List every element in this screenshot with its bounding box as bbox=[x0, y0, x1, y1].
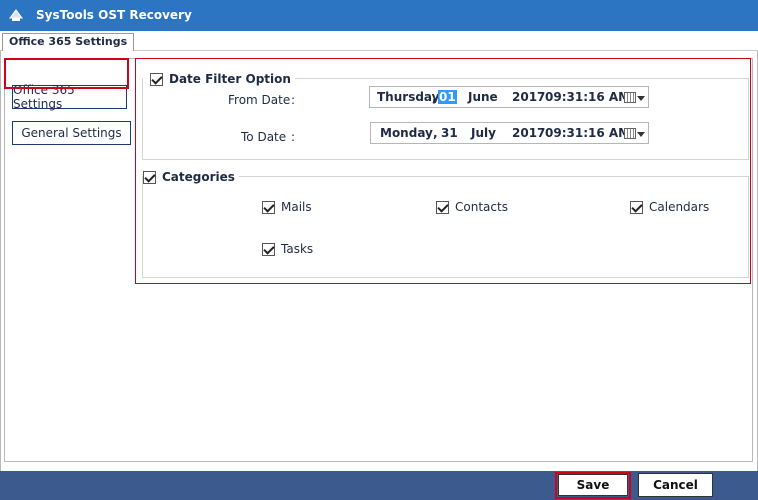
to-date-label: To Date bbox=[241, 130, 287, 144]
mails-checkbox[interactable] bbox=[262, 200, 275, 214]
contacts-label: Contacts bbox=[455, 200, 508, 214]
calendar-icon[interactable] bbox=[624, 92, 636, 103]
contacts-checkbox[interactable] bbox=[436, 200, 449, 214]
from-comma: , bbox=[432, 90, 437, 104]
cancel-button[interactable]: Cancel bbox=[638, 473, 713, 497]
to-date-colon: : bbox=[291, 130, 296, 144]
tasks-checkbox[interactable] bbox=[262, 242, 275, 256]
title-bar: SysTools OST Recovery bbox=[0, 0, 758, 31]
to-weekday: Monday bbox=[380, 126, 433, 140]
categories-label: Categories bbox=[162, 170, 235, 184]
from-month: June bbox=[468, 90, 498, 104]
tab-strip: Office 365 Settings bbox=[0, 31, 758, 52]
calendars-checkbox[interactable] bbox=[630, 200, 643, 214]
settings-nav: Office 365 Settings General Settings bbox=[4, 58, 134, 462]
category-mails[interactable]: Mails bbox=[262, 200, 312, 214]
category-contacts[interactable]: Contacts bbox=[436, 200, 508, 214]
to-comma: , bbox=[433, 126, 438, 140]
chevron-down-icon[interactable] bbox=[637, 96, 645, 101]
to-time: 09:31:16 AM bbox=[545, 126, 631, 140]
from-date-colon: : bbox=[291, 93, 296, 107]
categories-checkbox[interactable] bbox=[143, 170, 156, 184]
window-title: SysTools OST Recovery bbox=[36, 8, 192, 22]
category-tasks[interactable]: Tasks bbox=[262, 242, 313, 256]
from-date-label: From Date bbox=[228, 93, 291, 107]
to-month: July bbox=[471, 126, 496, 140]
category-calendars[interactable]: Calendars bbox=[630, 200, 709, 214]
chevron-down-icon[interactable] bbox=[637, 132, 645, 137]
mails-label: Mails bbox=[281, 200, 312, 214]
app-logo-icon bbox=[9, 9, 23, 21]
from-year: 2017 bbox=[512, 90, 546, 104]
calendar-icon[interactable] bbox=[624, 128, 636, 139]
categories-group bbox=[142, 176, 749, 278]
from-weekday: Thursday bbox=[377, 90, 440, 104]
calendars-label: Calendars bbox=[649, 200, 710, 214]
general-settings-highlight bbox=[4, 58, 129, 89]
to-date-picker[interactable]: Monday , 31 July 2017 09:31:16 AM bbox=[370, 122, 649, 144]
categories-group-title: Categories bbox=[143, 170, 239, 184]
date-filter-label: Date Filter Option bbox=[169, 72, 291, 86]
from-day[interactable]: 01 bbox=[438, 90, 457, 104]
from-date-picker[interactable]: Thursday , 01 June 2017 09:31:16 AM bbox=[369, 86, 649, 108]
date-filter-checkbox[interactable] bbox=[150, 72, 163, 86]
to-day[interactable]: 31 bbox=[441, 126, 458, 140]
from-time: 09:31:16 AM bbox=[545, 90, 631, 104]
to-year: 2017 bbox=[512, 126, 546, 140]
tab-office-365-settings[interactable]: Office 365 Settings bbox=[2, 33, 135, 52]
tasks-label: Tasks bbox=[281, 242, 314, 256]
save-button[interactable]: Save bbox=[558, 474, 628, 496]
nav-general-settings-button[interactable]: General Settings bbox=[12, 121, 131, 145]
date-filter-group-title: Date Filter Option bbox=[150, 72, 295, 86]
